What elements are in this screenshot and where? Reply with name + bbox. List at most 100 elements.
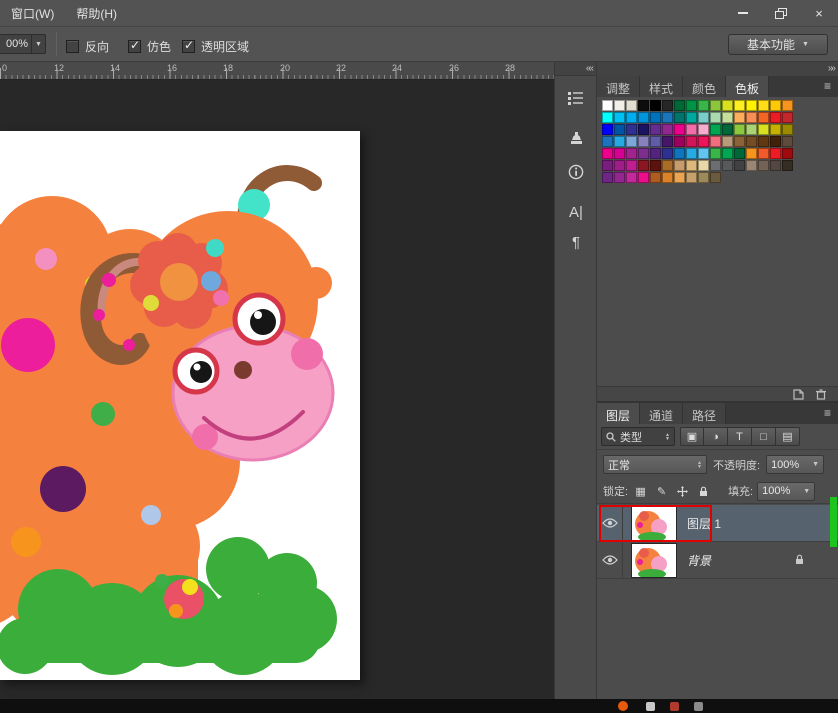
swatch[interactable] (638, 124, 649, 135)
swatch[interactable] (710, 148, 721, 159)
swatch[interactable] (758, 160, 769, 171)
swatch[interactable] (674, 136, 685, 147)
swatch[interactable] (770, 148, 781, 159)
swatch[interactable] (710, 100, 721, 111)
lock-transparency-icon[interactable]: ▦ (632, 483, 649, 500)
swatch[interactable] (650, 112, 661, 123)
tab-adjustments[interactable]: 调整 (597, 76, 640, 97)
swatch[interactable] (626, 136, 637, 147)
swatch[interactable] (614, 172, 625, 183)
orange-app-icon[interactable] (618, 701, 628, 711)
lock-paint-icon[interactable]: ✎ (653, 483, 670, 500)
swatch[interactable] (698, 148, 709, 159)
swatch[interactable] (758, 100, 769, 111)
pixel-layer-filter-icon[interactable]: ▣ (680, 427, 704, 446)
collapse-panels-header[interactable]: »» (597, 62, 838, 76)
swatch[interactable] (614, 112, 625, 123)
swatch[interactable] (746, 124, 757, 135)
swatch[interactable] (650, 100, 661, 111)
swatch[interactable] (758, 136, 769, 147)
swatch[interactable] (626, 148, 637, 159)
swatch[interactable] (686, 148, 697, 159)
swatch[interactable] (662, 112, 673, 123)
expand-panels-header[interactable]: «« (555, 62, 596, 76)
shape-layer-filter-icon[interactable]: □ (752, 427, 776, 446)
swatch[interactable] (662, 124, 673, 135)
swatch[interactable] (638, 112, 649, 123)
minimize-button[interactable] (732, 4, 754, 22)
swatch[interactable] (698, 124, 709, 135)
swatch[interactable] (710, 136, 721, 147)
swatch[interactable] (734, 100, 745, 111)
swatch[interactable] (746, 148, 757, 159)
swatch[interactable] (602, 172, 613, 183)
swatch[interactable] (686, 160, 697, 171)
layer-name[interactable]: 背景 (687, 552, 711, 569)
swatch[interactable] (674, 172, 685, 183)
tab-swatches[interactable]: 色板 (726, 76, 769, 97)
swatch[interactable] (686, 100, 697, 111)
swatch[interactable] (674, 160, 685, 171)
swatch[interactable] (602, 160, 613, 171)
swatch[interactable] (782, 124, 793, 135)
swatch[interactable] (650, 148, 661, 159)
swatch[interactable] (710, 160, 721, 171)
swatch[interactable] (650, 136, 661, 147)
transparency-checkbox[interactable] (182, 40, 195, 53)
canvas-viewport[interactable] (0, 80, 554, 699)
swatch[interactable] (722, 136, 733, 147)
swatch[interactable] (770, 136, 781, 147)
swatch[interactable] (734, 160, 745, 171)
tab-layers[interactable]: 图层 (597, 403, 640, 424)
tab-channels[interactable]: 通道 (640, 403, 683, 424)
swatch[interactable] (710, 172, 721, 183)
delete-swatch-icon[interactable] (816, 389, 826, 400)
opacity-select[interactable]: 100% ▼ (766, 455, 824, 474)
swatch[interactable] (614, 100, 625, 111)
swatch[interactable] (758, 148, 769, 159)
menu-help[interactable]: 帮助(H) (65, 5, 128, 22)
swatch[interactable] (662, 136, 673, 147)
swatch[interactable] (662, 148, 673, 159)
swatch[interactable] (722, 124, 733, 135)
swatch[interactable] (770, 112, 781, 123)
adjustment-layer-filter-icon[interactable]: ◑ (704, 427, 728, 446)
swatch[interactable] (698, 112, 709, 123)
gray-app-icon[interactable] (694, 702, 703, 711)
swatch[interactable] (626, 100, 637, 111)
restore-button[interactable] (770, 4, 792, 22)
character-panel-button[interactable]: A| (561, 198, 591, 226)
swatch[interactable] (674, 100, 685, 111)
swatch[interactable] (686, 112, 697, 123)
swatch[interactable] (602, 100, 613, 111)
swatch[interactable] (782, 136, 793, 147)
tab-color[interactable]: 颜色 (683, 76, 726, 97)
swatch[interactable] (638, 136, 649, 147)
light-app-icon[interactable] (646, 702, 655, 711)
swatch[interactable] (782, 148, 793, 159)
swatch[interactable] (614, 124, 625, 135)
swatch[interactable] (650, 172, 661, 183)
chevron-down-icon[interactable]: ▼ (31, 35, 45, 53)
swatch[interactable] (674, 112, 685, 123)
swatch[interactable] (770, 124, 781, 135)
swatch[interactable] (710, 124, 721, 135)
swatch[interactable] (626, 112, 637, 123)
clone-source-panel-button[interactable] (561, 124, 591, 152)
tab-styles[interactable]: 样式 (640, 76, 683, 97)
layer-thumbnail[interactable] (631, 543, 677, 578)
swatch[interactable] (602, 148, 613, 159)
visibility-toggle[interactable] (597, 542, 623, 578)
swatch[interactable] (626, 172, 637, 183)
styles-panel-button[interactable] (561, 84, 591, 112)
swatch[interactable] (758, 112, 769, 123)
lock-move-icon[interactable] (674, 483, 691, 500)
info-panel-button[interactable] (561, 158, 591, 186)
workspace-switcher-button[interactable]: 基本功能 ▼ (728, 34, 828, 55)
reverse-checkbox[interactable] (66, 40, 79, 53)
swatch[interactable] (614, 148, 625, 159)
swatch[interactable] (746, 136, 757, 147)
swatch[interactable] (602, 124, 613, 135)
new-swatch-icon[interactable] (793, 389, 804, 400)
swatch[interactable] (758, 124, 769, 135)
